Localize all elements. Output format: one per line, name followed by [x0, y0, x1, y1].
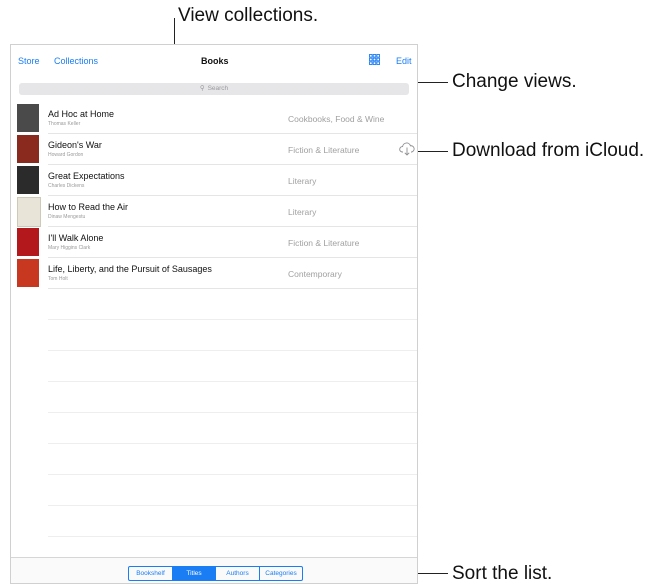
book-cover [17, 166, 39, 194]
grid-view-icon[interactable] [369, 54, 380, 65]
book-title: Gideon's War [48, 140, 102, 150]
book-author: Charles Dickens [48, 183, 85, 189]
book-category: Fiction & Literature [288, 238, 360, 248]
book-author: Thomas Keller [48, 121, 81, 127]
empty-row [48, 382, 417, 413]
book-title: Life, Liberty, and the Pursuit of Sausag… [48, 264, 212, 274]
navigation-bar: Store Collections Books Edit [11, 45, 417, 75]
store-button[interactable]: Store [18, 56, 40, 66]
list-item[interactable]: Gideon's War Howard Gordon Fiction & Lit… [17, 134, 417, 165]
book-category: Literary [288, 207, 317, 217]
empty-row [48, 351, 417, 382]
empty-row [48, 320, 417, 351]
book-category: Contemporary [288, 269, 342, 279]
empty-row [48, 506, 417, 537]
callout-download: Download from iCloud. [452, 140, 645, 161]
collections-button[interactable]: Collections [54, 56, 98, 66]
list-item[interactable]: Life, Liberty, and the Pursuit of Sausag… [17, 258, 417, 289]
callout-sort: Sort the list. [452, 563, 553, 584]
sort-segmented-control: Bookshelf Titles Authors Categories [128, 566, 303, 581]
book-cover [17, 104, 39, 132]
callout-change-views: Change views. [452, 71, 577, 92]
empty-row [48, 444, 417, 475]
list-item[interactable]: I'll Walk Alone Mary Higgins Clark Ficti… [17, 227, 417, 258]
book-category: Fiction & Literature [288, 145, 360, 155]
list-item[interactable]: Great Expectations Charles Dickens Liter… [17, 165, 417, 196]
book-author: Mary Higgins Clark [48, 245, 91, 251]
search-placeholder: Search [207, 85, 229, 92]
book-author: Howard Gordon [48, 152, 84, 158]
book-title: Great Expectations [48, 171, 125, 181]
segment-categories[interactable]: Categories [260, 567, 302, 580]
book-author: Dinaw Mengestu [48, 214, 86, 220]
list-item[interactable]: How to Read the Air Dinaw Mengestu Liter… [17, 196, 417, 227]
segment-titles[interactable]: Titles [173, 567, 216, 580]
book-cover [17, 228, 39, 256]
book-cover [17, 259, 39, 287]
segment-bookshelf[interactable]: Bookshelf [129, 567, 173, 580]
book-author: Tom Holt [48, 276, 68, 282]
page-title: Books [201, 56, 229, 66]
book-title: Ad Hoc at Home [48, 109, 115, 119]
search-input[interactable]: ⚲ Search [19, 83, 409, 95]
book-title: How to Read the Air [48, 202, 129, 212]
book-title: I'll Walk Alone [48, 233, 104, 243]
edit-button[interactable]: Edit [396, 56, 412, 66]
callout-line-download [417, 151, 448, 152]
search-icon: ⚲ [199, 85, 205, 92]
book-cover [17, 197, 41, 227]
callout-view-collections: View collections. [178, 5, 319, 26]
ibooks-screen: Store Collections Books Edit ⚲ Search Ad … [10, 44, 418, 584]
book-list: Ad Hoc at Home Thomas Keller Cookbooks, … [11, 103, 417, 583]
book-category: Literary [288, 176, 317, 186]
book-cover [17, 135, 39, 163]
empty-row [48, 475, 417, 506]
book-category: Cookbooks, Food & Wine [288, 114, 385, 124]
empty-row [48, 413, 417, 444]
bottom-toolbar: Bookshelf Titles Authors Categories [11, 557, 417, 583]
segment-authors[interactable]: Authors [216, 567, 260, 580]
list-item[interactable]: Ad Hoc at Home Thomas Keller Cookbooks, … [17, 103, 417, 134]
empty-row [48, 289, 417, 320]
cloud-download-icon[interactable] [399, 141, 415, 156]
